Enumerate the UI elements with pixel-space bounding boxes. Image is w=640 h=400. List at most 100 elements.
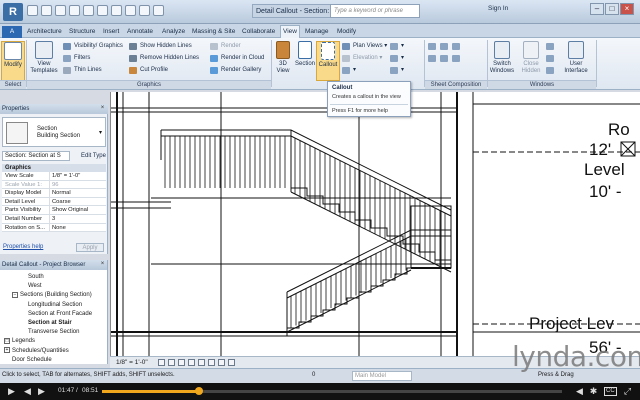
tab-collaborate[interactable]: Collaborate [240, 26, 277, 38]
previous-icon[interactable]: ◀ [22, 386, 33, 397]
property-row[interactable]: Detail Level Coarse [2, 197, 106, 207]
visual-style-icon[interactable] [168, 359, 175, 366]
view-scale[interactable]: 1/8" = 1'-0" [116, 358, 148, 368]
tab-architecture[interactable]: Architecture [25, 26, 64, 38]
section-button[interactable]: Section [294, 41, 316, 81]
tab-structure[interactable]: Structure [67, 26, 97, 38]
visibility-graphics-button[interactable]: Visibility/ Graphics [63, 42, 123, 51]
property-row[interactable]: Display Model Normal [2, 189, 106, 198]
collapse-icon[interactable]: − [12, 291, 18, 298]
tab-insert[interactable]: Insert [101, 26, 121, 38]
user-interface-button[interactable]: User Interface [562, 41, 590, 81]
title-block-button[interactable] [440, 42, 451, 51]
browser-item[interactable]: Longitudinal Section [28, 301, 82, 309]
browser-item[interactable]: + Schedules/Quantities [4, 347, 69, 355]
cascade-button[interactable] [546, 54, 557, 63]
closed-captions-button[interactable]: CC [604, 387, 617, 396]
modify-button[interactable]: Modify [1, 41, 25, 81]
callout-button[interactable]: Callout [316, 41, 340, 81]
guide-grid-button[interactable] [452, 42, 463, 51]
browser-item[interactable]: Section at Stair [28, 319, 72, 327]
browser-item[interactable]: Transverse Section [28, 328, 79, 336]
browser-item[interactable]: South [28, 273, 44, 281]
replicate-button[interactable] [546, 42, 557, 51]
tab-annotate[interactable]: Annotate [125, 26, 155, 38]
switch-windows-button[interactable]: Switch Windows [488, 41, 516, 81]
remove-hidden-lines-button[interactable]: Remove Hidden Lines [129, 54, 199, 63]
save-icon[interactable] [41, 5, 52, 16]
sign-in-link[interactable]: Sign In [488, 5, 508, 12]
sheet-composition-panel-title[interactable]: Sheet Composition [425, 80, 487, 89]
elevation-dropdown[interactable]: Elevation ▾ [342, 54, 382, 63]
properties-help-link[interactable]: Properties help [3, 244, 43, 250]
cut-profile-button[interactable]: Cut Profile [129, 66, 168, 75]
view-templates-button[interactable]: View Templates [29, 41, 59, 81]
drafting-view-button[interactable]: ▾ [342, 66, 356, 75]
fullscreen-icon[interactable]: ⤢ [622, 386, 633, 397]
scope-box-button[interactable]: ▾ [390, 66, 404, 75]
sun-path-icon[interactable] [178, 359, 185, 366]
matchline-button[interactable] [440, 54, 451, 63]
edit-type-button[interactable]: Edit Type [72, 151, 106, 161]
browser-item[interactable]: West [28, 282, 42, 290]
render-button[interactable]: Render [210, 42, 241, 51]
windows-panel-title[interactable]: Windows [488, 80, 596, 89]
tab-view[interactable]: View [280, 25, 300, 39]
chevron-down-icon[interactable]: ▾ [99, 129, 102, 136]
type-selector[interactable]: Section Building Section ▾ [2, 117, 106, 147]
crop-view-icon[interactable] [198, 359, 205, 366]
graphics-panel-title[interactable]: Graphics [27, 80, 271, 89]
browser-item[interactable]: Section at Front Facade [28, 310, 92, 318]
view-reference-button[interactable] [452, 54, 463, 63]
seek-handle[interactable] [194, 387, 203, 395]
schedules-dropdown[interactable]: ▾ [390, 54, 404, 63]
plan-views-dropdown[interactable]: Plan Views ▾ [342, 42, 387, 51]
property-row[interactable]: Parts Visibility Show Original [2, 206, 106, 215]
tile-button[interactable] [546, 66, 557, 75]
3d-view-icon[interactable] [125, 5, 136, 16]
revisions-button[interactable] [428, 54, 439, 63]
show-crop-icon[interactable] [208, 359, 215, 366]
search-input[interactable]: Type a keyword or phrase [330, 4, 420, 18]
sheet-button[interactable] [428, 42, 439, 51]
text-icon[interactable] [111, 5, 122, 16]
tab-manage[interactable]: Manage [303, 26, 331, 38]
detail-level-icon[interactable] [158, 359, 165, 366]
legend-icon[interactable]: □ [4, 337, 10, 344]
measure-icon[interactable] [97, 5, 108, 16]
property-row[interactable]: Rotation on S... None [2, 223, 106, 233]
tab-massing-site[interactable]: Massing & Site [190, 26, 237, 38]
property-group-graphics[interactable]: Graphics [2, 164, 106, 172]
thin-lines-button[interactable]: Thin Lines [63, 66, 102, 75]
expand-icon[interactable]: + [4, 347, 10, 354]
maximize-button[interactable]: □ [605, 3, 619, 15]
play-icon[interactable]: ▶ [6, 386, 17, 397]
volume-icon[interactable]: ◀ [574, 386, 585, 397]
apply-button[interactable]: Apply [76, 243, 104, 252]
minimize-button[interactable]: – [590, 3, 604, 15]
shadows-icon[interactable] [188, 359, 195, 366]
property-row[interactable]: View Scale 1/8" = 1'-0" [2, 172, 106, 181]
browser-item[interactable]: □ Legends [4, 337, 35, 345]
temporary-hide-icon[interactable] [218, 359, 225, 366]
browser-item[interactable]: − Sections (Building Section) [12, 291, 92, 299]
active-model-select[interactable]: Main Model [352, 371, 412, 381]
next-icon[interactable]: ▶ [36, 386, 47, 397]
instance-filter-select[interactable]: Section: Section at S [2, 151, 70, 161]
close-icon[interactable]: × [99, 261, 106, 268]
tab-analyze[interactable]: Analyze [160, 26, 187, 38]
settings-icon[interactable]: ✱ [588, 386, 599, 397]
select-panel-title[interactable]: Select [0, 80, 26, 89]
show-hidden-lines-button[interactable]: Show Hidden Lines [129, 42, 192, 51]
section-icon[interactable] [139, 5, 150, 16]
tab-application[interactable]: A [2, 26, 22, 38]
redo-icon[interactable] [69, 5, 80, 16]
tab-modify[interactable]: Modify [335, 26, 358, 38]
filters-button[interactable]: Filters [63, 54, 90, 63]
print-icon[interactable] [83, 5, 94, 16]
drawing-area[interactable]: Ro 12' Level 10' - Project Lev 56' - [110, 92, 640, 356]
close-icon[interactable]: × [99, 105, 106, 112]
browser-item[interactable]: Door Schedule [12, 356, 52, 364]
render-in-cloud-button[interactable]: Render in Cloud [210, 54, 264, 63]
legends-dropdown[interactable]: ▾ [390, 42, 404, 51]
